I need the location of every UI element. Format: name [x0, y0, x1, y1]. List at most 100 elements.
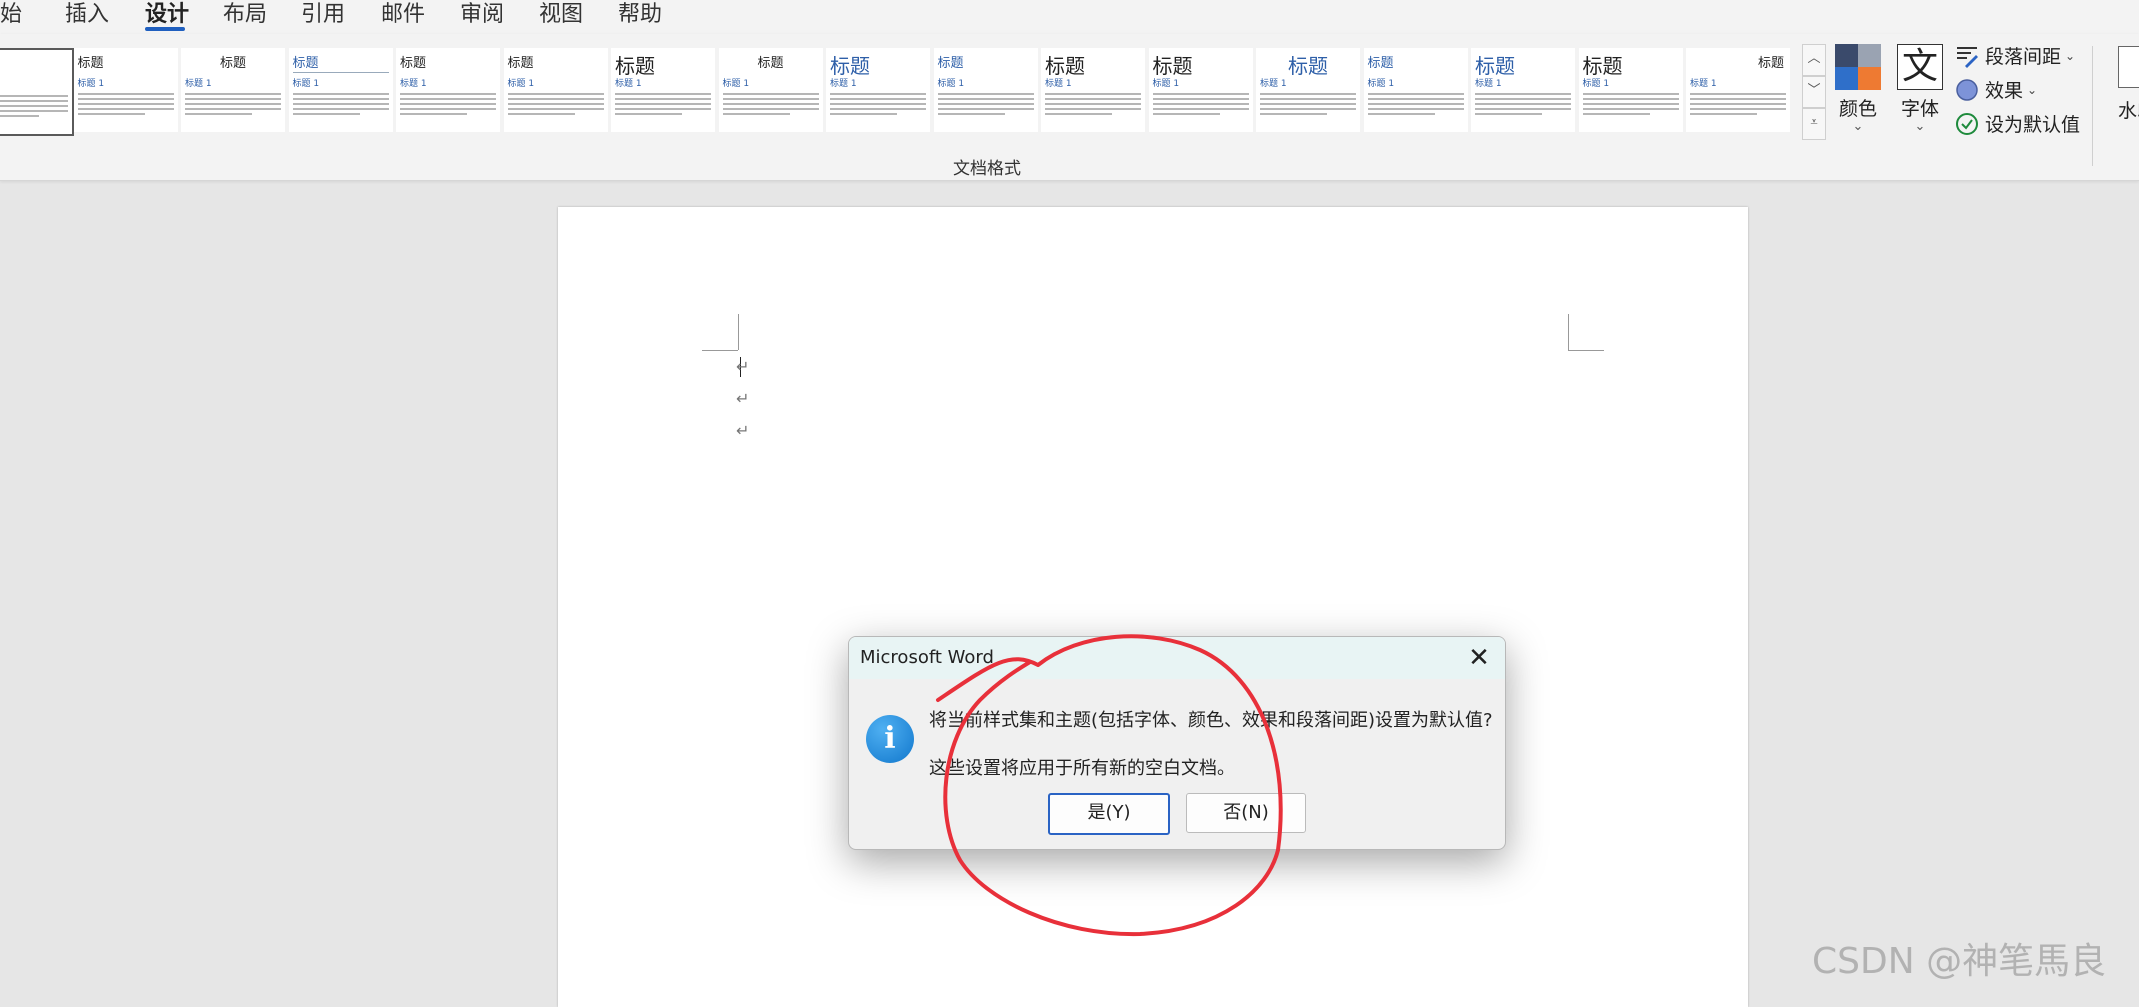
style-set-thumbnail[interactable]: 标题标题 1	[611, 48, 715, 132]
thumbnail-body-line	[937, 98, 1034, 100]
ribbon-separator	[2092, 46, 2093, 166]
thumbnail-body-line	[0, 100, 68, 102]
thumbnail-body-line	[1475, 98, 1571, 100]
style-set-thumbnail[interactable]: 标题标题 1	[503, 48, 608, 132]
thumbnail-body-lines	[1152, 90, 1249, 118]
thumbnail-body-line	[830, 113, 898, 115]
thumbnail-body-line	[185, 98, 281, 100]
style-set-thumbnail[interactable]: 标题标题 1	[1578, 48, 1683, 132]
dialog-titlebar[interactable]: Microsoft Word ✕	[849, 637, 1505, 679]
style-set-thumbnail[interactable]: 标题标题 1	[1471, 48, 1575, 132]
tab-design[interactable]: 设计	[145, 0, 189, 28]
style-set-thumbnail[interactable]: 标题标题 1	[933, 48, 1038, 132]
chevron-down-icon: ⌄	[2065, 48, 2076, 63]
thumbnail-body-line	[615, 108, 711, 110]
thumbnail-title-text: 标题	[937, 56, 964, 71]
thumbnail-body-line	[292, 113, 360, 115]
style-set-thumbnail[interactable]: 标题标题 1	[718, 48, 823, 132]
gallery-scroll-up-button[interactable]: ︿	[1802, 44, 1826, 76]
thumbnail-body-line	[185, 113, 253, 115]
thumbnail-heading-text: 标题 1	[1045, 79, 1072, 89]
thumbnail-body-line	[1152, 103, 1249, 105]
set-as-default-button[interactable]: 设为默认值	[1955, 110, 2080, 137]
style-set-thumbnail[interactable]: 标题标题 1	[0, 48, 74, 136]
paragraph-mark: ↵	[736, 389, 750, 408]
thumbnail-body-line	[0, 110, 68, 112]
no-button[interactable]: 否(N)	[1186, 793, 1306, 833]
color-swatch	[1858, 67, 1881, 90]
thumbnail-body-line	[1475, 113, 1543, 115]
tab-view[interactable]: 视图	[539, 0, 583, 28]
style-set-thumbnail[interactable]: 标题标题 1	[1363, 48, 1468, 132]
colors-button[interactable]: 颜色 ⌄	[1826, 44, 1890, 133]
style-set-thumbnail[interactable]: 标题标题 1	[1148, 48, 1253, 132]
thumbnail-title-text: 标题	[219, 56, 246, 71]
thumbnail-body-line	[1152, 93, 1249, 95]
thumbnail-body-lines	[937, 90, 1034, 118]
paragraph-mark: ↵	[736, 357, 750, 376]
paragraph-mark: ↵	[736, 421, 750, 440]
thumbnail-body-line	[615, 103, 711, 105]
dialog-message-question: 将当前样式集和主题(包括字体、颜色、效果和段落间距)设置为默认值?	[929, 710, 1493, 731]
crop-mark-top-left-vertical	[738, 314, 739, 350]
checkmark-circle-icon	[1956, 112, 1978, 135]
style-set-thumbnail[interactable]: 标题标题 1	[181, 48, 285, 132]
tab-home[interactable]: 始	[0, 0, 22, 28]
tab-help[interactable]: 帮助	[618, 0, 662, 28]
thumbnail-body-line	[1582, 93, 1679, 95]
gallery-scroll-down-button[interactable]: ﹀	[1802, 76, 1826, 108]
thumbnail-body-lines	[292, 90, 389, 118]
style-set-gallery: 标题 标题 1 标题 标题 1 标题 标题 1 标题 标题 1 标题 标题 1 标题 标题 1 标题 标题…	[0, 48, 1800, 166]
thumbnail-body-line	[1152, 108, 1249, 110]
thumbnail-title-text: 标题	[292, 56, 319, 71]
thumbnail-body-line	[830, 103, 926, 105]
thumbnail-title-text: 标题	[507, 56, 534, 71]
thumbnail-title-text: 标题	[1757, 56, 1784, 71]
style-set-thumbnail[interactable]: 标题标题 1	[288, 48, 393, 132]
tab-mailings[interactable]: 邮件	[381, 0, 425, 28]
crop-mark-top-right-horizontal	[1568, 350, 1604, 351]
thumbnail-body-line	[1045, 108, 1141, 110]
thumbnail-body-line	[1260, 93, 1356, 95]
style-set-thumbnail[interactable]: 标题标题 1	[396, 48, 500, 132]
thumbnail-body-lines	[77, 90, 174, 118]
chevron-down-icon: ⌄	[1852, 119, 1864, 134]
document-page[interactable]: ↵ ↵ ↵	[558, 207, 1748, 1007]
style-set-thumbnail[interactable]: 标题标题 1	[1256, 48, 1360, 132]
watermark-button[interactable]: 水印	[2118, 46, 2139, 123]
tab-references[interactable]: 引用	[301, 0, 345, 28]
gallery-expand-button[interactable]: ⩡	[1802, 108, 1826, 140]
close-icon[interactable]: ✕	[1463, 643, 1495, 673]
thumbnail-body-line	[1690, 93, 1786, 95]
style-set-thumbnail[interactable]: 标题标题 1	[1041, 48, 1145, 132]
thumbnail-heading-text: 标题 1	[1690, 79, 1717, 89]
style-set-thumbnail[interactable]: 标题标题 1	[1686, 48, 1790, 132]
tab-review[interactable]: 审阅	[460, 0, 504, 28]
thumbnail-heading-text: 标题 1	[1367, 79, 1395, 89]
fonts-button[interactable]: 文 字体 ⌄	[1888, 44, 1952, 133]
thumbnail-body-line	[615, 113, 683, 115]
thumbnail-body-line	[722, 93, 819, 95]
thumbnail-rule	[292, 72, 389, 73]
tab-insert[interactable]: 插入	[65, 0, 109, 28]
thumbnail-body-line	[185, 93, 281, 95]
thumbnail-title-text: 标题	[1152, 54, 1193, 78]
color-swatch	[1835, 67, 1858, 90]
thumbnail-body-lines	[1367, 90, 1464, 118]
paragraph-spacing-button[interactable]: 段落间距 ⌄	[1955, 42, 2075, 69]
thumbnail-body-line	[830, 93, 926, 95]
thumbnail-body-line	[77, 103, 174, 105]
thumbnail-body-lines	[507, 90, 604, 118]
thumbnail-body-line	[1367, 113, 1435, 115]
yes-button[interactable]: 是(Y)	[1048, 793, 1170, 835]
thumbnail-body-line	[400, 98, 496, 100]
thumbnail-heading-text: 标题 1	[185, 79, 212, 89]
style-set-thumbnail[interactable]: 标题标题 1	[826, 48, 930, 132]
thumbnail-body-line	[0, 115, 40, 117]
style-set-thumbnail[interactable]: 标题标题 1	[73, 48, 178, 132]
thumbnail-body-line	[1260, 113, 1328, 115]
colors-label: 颜色	[1838, 98, 1877, 120]
effects-button[interactable]: 效果 ⌄	[1955, 76, 2037, 103]
fonts-label: 字体	[1900, 98, 1939, 120]
tab-layout[interactable]: 布局	[223, 0, 267, 28]
